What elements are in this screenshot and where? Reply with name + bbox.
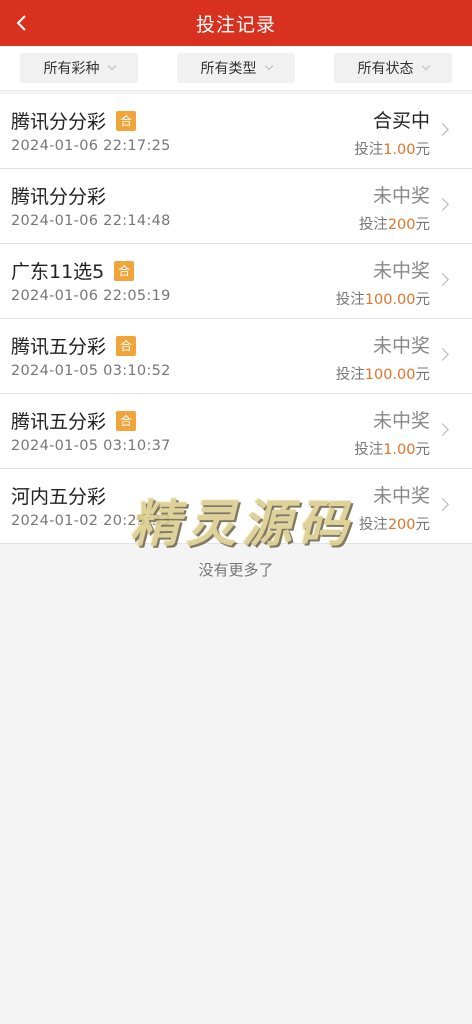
chevron-down-icon [421, 61, 430, 71]
bet-time: 2024-01-06 22:17:25 [11, 138, 171, 154]
bet-prefix: 投注 [335, 292, 365, 308]
bet-status: 未中奖 [372, 410, 430, 432]
bet-prefix: 投注 [358, 217, 388, 233]
bet-time: 2024-01-06 22:05:19 [11, 288, 171, 304]
lottery-name: 腾讯五分彩 合 [11, 332, 137, 359]
bet-record-list: 腾讯分分彩 合 2024-01-06 22:17:25 合买中 投注1.00元 … [0, 94, 472, 544]
bet-amount: 投注100.00元 [336, 288, 430, 309]
filter-label: 所有状态 [357, 61, 414, 77]
lottery-name: 河内五分彩 [11, 482, 106, 509]
bet-status: 未中奖 [372, 260, 430, 282]
bet-prefix: 投注 [354, 442, 384, 458]
filter-label: 所有类型 [200, 61, 257, 77]
bet-amount-value: 200 [387, 217, 416, 233]
bet-prefix: 投注 [358, 517, 388, 533]
filter-bet-type[interactable]: 所有类型 [177, 53, 295, 83]
list-item[interactable]: 腾讯分分彩 合 2024-01-06 22:17:25 合买中 投注1.00元 [0, 94, 472, 169]
list-item[interactable]: 腾讯五分彩 合 2024-01-05 03:10:52 未中奖 投注100.00… [0, 319, 472, 394]
lottery-name: 腾讯分分彩 合 [11, 107, 137, 134]
bet-amount-value: 200 [387, 517, 416, 533]
chevron-right-icon [436, 123, 449, 136]
group-buy-badge: 合 [116, 410, 137, 431]
bet-amount: 投注100.00元 [336, 363, 430, 384]
lottery-name-label: 腾讯五分彩 [11, 336, 107, 358]
bet-time: 2024-01-06 22:14:48 [11, 213, 171, 229]
chevron-right-icon [436, 348, 449, 361]
list-item[interactable]: 腾讯分分彩 2024-01-06 22:14:48 未中奖 投注200元 [0, 169, 472, 244]
bet-unit: 元 [415, 517, 431, 533]
filter-label: 所有彩种 [43, 61, 100, 77]
filter-status[interactable]: 所有状态 [334, 53, 452, 83]
bet-amount: 投注1.00元 [354, 138, 430, 159]
chevron-down-icon [264, 61, 273, 71]
bet-time: 2024-01-02 20:25:33 [11, 513, 171, 529]
list-item[interactable]: 腾讯五分彩 合 2024-01-05 03:10:37 未中奖 投注1.00元 [0, 394, 472, 469]
bet-status: 合买中 [372, 110, 430, 132]
chevron-right-icon [436, 198, 449, 211]
header-bar: 投注记录 [0, 0, 472, 46]
lottery-name: 腾讯分分彩 [11, 182, 106, 209]
lottery-name-label: 河内五分彩 [11, 486, 107, 508]
bet-status: 未中奖 [372, 485, 430, 507]
bet-unit: 元 [415, 367, 431, 383]
list-item[interactable]: 广东11选5 合 2024-01-06 22:05:19 未中奖 投注100.0… [0, 244, 472, 319]
chevron-right-icon [436, 498, 449, 511]
lottery-name-label: 腾讯分分彩 [11, 111, 107, 133]
bet-amount-value: 100.00 [364, 367, 416, 383]
bet-unit: 元 [415, 217, 431, 233]
lottery-name: 广东11选5 合 [11, 257, 135, 284]
bet-status: 未中奖 [372, 185, 430, 207]
group-buy-badge: 合 [114, 260, 135, 281]
chevron-down-icon [107, 61, 116, 71]
bet-amount: 投注1.00元 [354, 438, 430, 459]
filter-bar: 所有彩种 所有类型 所有状态 [0, 46, 472, 91]
lottery-name-label: 腾讯五分彩 [11, 411, 107, 433]
bet-amount-value: 1.00 [383, 142, 416, 158]
bet-amount-value: 100.00 [364, 292, 416, 308]
group-buy-badge: 合 [116, 335, 137, 356]
chevron-right-icon [436, 273, 449, 286]
bet-status: 未中奖 [372, 335, 430, 357]
chevron-left-icon [16, 15, 26, 31]
back-button[interactable] [6, 0, 36, 46]
bet-amount-value: 1.00 [383, 442, 416, 458]
lottery-name-label: 广东11选5 [11, 261, 105, 283]
bet-amount: 投注200元 [359, 213, 430, 234]
filter-lottery-type[interactable]: 所有彩种 [20, 53, 138, 83]
bet-prefix: 投注 [354, 142, 384, 158]
bet-time: 2024-01-05 03:10:37 [11, 438, 171, 454]
lottery-name-label: 腾讯分分彩 [11, 186, 107, 208]
bet-prefix: 投注 [335, 367, 365, 383]
list-item[interactable]: 河内五分彩 2024-01-02 20:25:33 未中奖 投注200元 [0, 469, 472, 544]
group-buy-badge: 合 [116, 110, 137, 131]
lottery-name: 腾讯五分彩 合 [11, 407, 137, 434]
page-title: 投注记录 [195, 13, 276, 36]
no-more-text: 没有更多了 [198, 561, 274, 579]
chevron-right-icon [436, 423, 449, 436]
bet-unit: 元 [415, 442, 431, 458]
bet-unit: 元 [415, 292, 431, 308]
bet-unit: 元 [415, 142, 431, 158]
bet-time: 2024-01-05 03:10:52 [11, 363, 171, 379]
bet-amount: 投注200元 [359, 513, 430, 534]
